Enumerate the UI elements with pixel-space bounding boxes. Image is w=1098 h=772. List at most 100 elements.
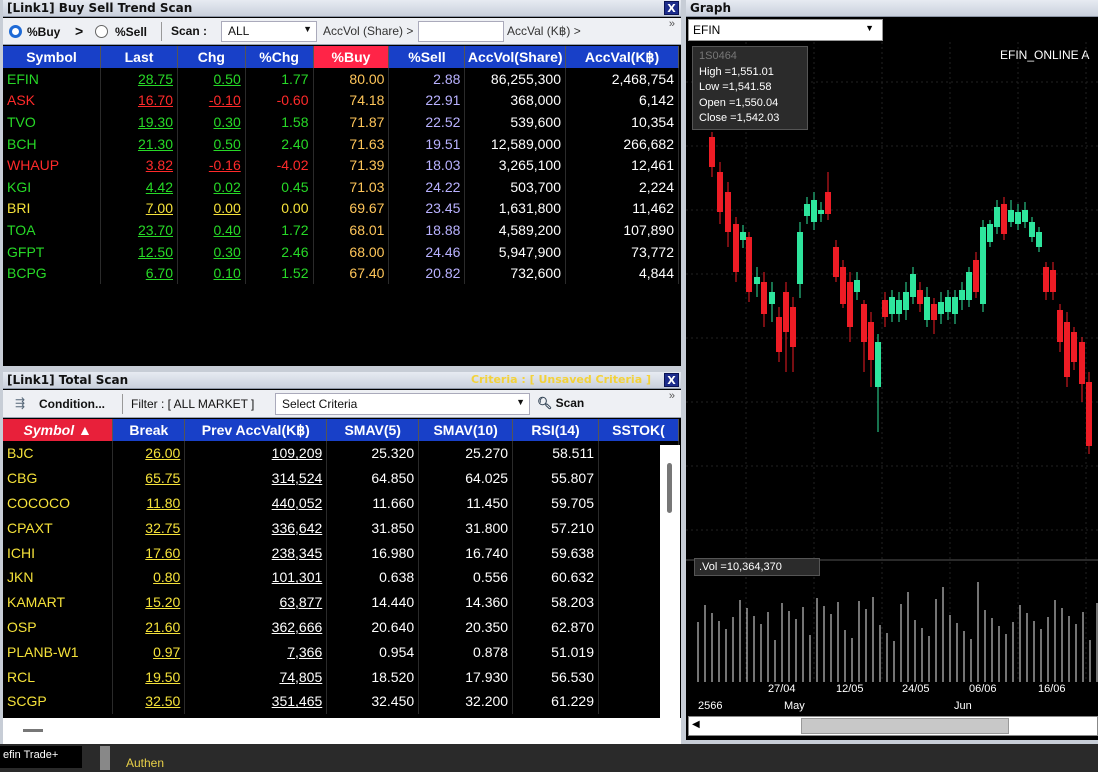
- table-cell: 2.88: [388, 68, 466, 90]
- table-row[interactable]: TOA 23.70 0.40 1.72 68.01 18.88 4,589,200 107,8…: [3, 219, 679, 241]
- table-row[interactable]: BCPG 6.70 0.10 1.52 67.40 20.82 732,600 4,844: [3, 262, 679, 284]
- chart-scrollbar[interactable]: ◀: [688, 716, 1098, 736]
- table-cell[interactable]: SCGP: [3, 688, 114, 714]
- candle: [769, 292, 775, 304]
- ts-col-header[interactable]: SSTOK(: [598, 419, 679, 441]
- table-cell[interactable]: JKN: [3, 564, 114, 590]
- scan-button[interactable]: 🔍︎ Scan: [533, 393, 593, 415]
- table-cell[interactable]: PLANB-W1: [3, 639, 114, 665]
- condition-button[interactable]: Condition...: [39, 397, 105, 411]
- bst-close-button[interactable]: X: [664, 1, 679, 15]
- table-cell[interactable]: KAMART: [3, 589, 114, 615]
- candle: [910, 274, 916, 297]
- bst-col-header[interactable]: %Chg: [245, 46, 314, 68]
- taskbar-app[interactable]: efin Trade+: [0, 746, 82, 768]
- bst-col-header[interactable]: AccVal(K฿): [565, 46, 679, 68]
- x-tick: 12/05: [836, 683, 864, 695]
- table-cell: 6,142: [565, 89, 679, 112]
- table-row[interactable]: EFIN 28.75 0.50 1.77 80.00 2.88 86,255,300 2,46…: [3, 68, 679, 90]
- table-cell: 11.80: [112, 490, 186, 516]
- table-cell[interactable]: BRI: [3, 197, 102, 220]
- table-row[interactable]: SCGP 32.50 351,465 32.450 32.200 61.229: [3, 688, 679, 714]
- table-cell[interactable]: WHAUP: [3, 154, 102, 176]
- symbol-select[interactable]: EFIN ▼: [688, 19, 883, 41]
- table-cell: 4,589,200: [464, 219, 566, 241]
- table-cell: 19.30: [100, 111, 178, 133]
- table-cell[interactable]: RCL: [3, 664, 114, 689]
- table-cell[interactable]: CBG: [3, 465, 114, 491]
- table-cell: 31.850: [326, 515, 420, 541]
- table-cell[interactable]: ICHI: [3, 540, 114, 565]
- table-row[interactable]: JKN 0.80 101,301 0.638 0.556 60.632: [3, 564, 679, 590]
- scrollbar-thumb[interactable]: [667, 463, 672, 513]
- more-icon[interactable]: »: [669, 390, 675, 402]
- table-row[interactable]: BRI 7.00 0.00 0.00 69.67 23.45 1,631,800 11,462: [3, 197, 679, 220]
- table-row[interactable]: TVO 19.30 0.30 1.58 71.87 22.52 539,600 10,354: [3, 111, 679, 133]
- table-cell[interactable]: KGI: [3, 175, 102, 198]
- table-cell[interactable]: CPAXT: [3, 515, 114, 541]
- vertical-scrollbar[interactable]: [660, 445, 680, 718]
- table-row[interactable]: CBG 65.75 314,524 64.850 64.025 55.807: [3, 465, 679, 491]
- table-cell: 16.980: [326, 540, 420, 565]
- table-row[interactable]: KGI 4.42 0.02 0.45 71.03 24.22 503,700 2,224: [3, 175, 679, 198]
- table-row[interactable]: COCOCO 11.80 440,052 11.660 11.450 59.705: [3, 490, 679, 516]
- table-cell: 15.20: [112, 589, 186, 615]
- table-cell[interactable]: TOA: [3, 219, 102, 241]
- table-row[interactable]: ASK 16.70 -0.10 -0.60 74.18 22.91 368,000 6,142: [3, 89, 679, 112]
- ts-col-header[interactable]: SMAV(5): [326, 419, 420, 441]
- table-row[interactable]: OSP 21.60 362,666 20.640 20.350 62.870: [3, 614, 679, 640]
- table-cell[interactable]: BCPG: [3, 262, 102, 284]
- accvol-input[interactable]: [418, 21, 504, 42]
- table-row[interactable]: BJC 26.00 109,209 25.320 25.270 58.511: [3, 441, 679, 466]
- ts-close-button[interactable]: X: [664, 373, 679, 387]
- criteria-select-value: Select Criteria: [282, 397, 358, 411]
- table-cell[interactable]: TVO: [3, 111, 102, 133]
- ts-col-header[interactable]: RSI(14): [512, 419, 599, 441]
- table-cell: 3.82: [100, 154, 178, 176]
- scrollbar-thumb[interactable]: [801, 718, 1009, 734]
- ts-col-header[interactable]: SMAV(10): [418, 419, 514, 441]
- ts-col-header[interactable]: Prev AccVal(K฿): [184, 419, 328, 441]
- candle: [833, 247, 839, 277]
- table-cell[interactable]: BCH: [3, 132, 102, 155]
- table-cell: 2,224: [565, 175, 679, 198]
- sell-radio[interactable]: [95, 25, 108, 38]
- scan-select[interactable]: ALL ▼: [221, 21, 317, 42]
- graph-title: Graph: [690, 1, 731, 15]
- table-cell[interactable]: EFIN: [3, 68, 102, 90]
- table-cell[interactable]: OSP: [3, 614, 114, 640]
- table-cell: 12,589,000: [464, 132, 566, 155]
- bst-col-header[interactable]: AccVol(Share): [464, 46, 566, 68]
- ts-col-header[interactable]: Symbol ▲: [3, 419, 114, 441]
- table-row[interactable]: CPAXT 32.75 336,642 31.850 31.800 57.210: [3, 515, 679, 541]
- table-cell[interactable]: COCOCO: [3, 490, 114, 516]
- scrollbar-thumb[interactable]: [23, 729, 43, 732]
- bst-col-header[interactable]: %Buy: [313, 46, 390, 68]
- bst-col-header[interactable]: Last: [100, 46, 178, 68]
- criteria-select[interactable]: Select Criteria ▼: [275, 393, 530, 415]
- table-row[interactable]: ICHI 17.60 238,345 16.980 16.740 59.638: [3, 540, 679, 565]
- candle: [1057, 310, 1063, 342]
- horizontal-scrollbar[interactable]: [3, 718, 681, 744]
- bst-col-header[interactable]: %Sell: [388, 46, 466, 68]
- table-row[interactable]: KAMART 15.20 63,877 14.440 14.360 58.203: [3, 589, 679, 615]
- table-row[interactable]: PLANB-W1 0.97 7,366 0.954 0.878 51.019: [3, 639, 679, 665]
- table-row[interactable]: GFPT 12.50 0.30 2.46 68.00 24.46 5,947,900 73,7…: [3, 240, 679, 263]
- bst-col-header[interactable]: Symbol: [3, 46, 102, 68]
- divider: [161, 22, 162, 41]
- table-row[interactable]: WHAUP 3.82 -0.16 -4.02 71.39 18.03 3,265,100 12…: [3, 154, 679, 176]
- table-row[interactable]: RCL 19.50 74,805 18.520 17.930 56.530: [3, 664, 679, 689]
- more-icon[interactable]: »: [669, 18, 675, 30]
- table-cell[interactable]: ASK: [3, 89, 102, 112]
- table-cell[interactable]: BJC: [3, 441, 114, 466]
- ts-col-header[interactable]: Break: [112, 419, 186, 441]
- scroll-left-icon[interactable]: ◀: [692, 719, 700, 730]
- table-cell[interactable]: GFPT: [3, 240, 102, 263]
- price-chart[interactable]: [686, 42, 1098, 740]
- table-cell: 14.360: [418, 589, 514, 615]
- bst-col-header[interactable]: Chg: [177, 46, 246, 68]
- buy-radio[interactable]: [9, 25, 22, 38]
- bst-toolbar: %Buy > %Sell Scan : ALL ▼ AccVol (Share)…: [3, 18, 681, 45]
- table-row[interactable]: BCH 21.30 0.50 2.40 71.63 19.51 12,589,000 266,…: [3, 132, 679, 155]
- taskbar-handle[interactable]: [100, 746, 110, 770]
